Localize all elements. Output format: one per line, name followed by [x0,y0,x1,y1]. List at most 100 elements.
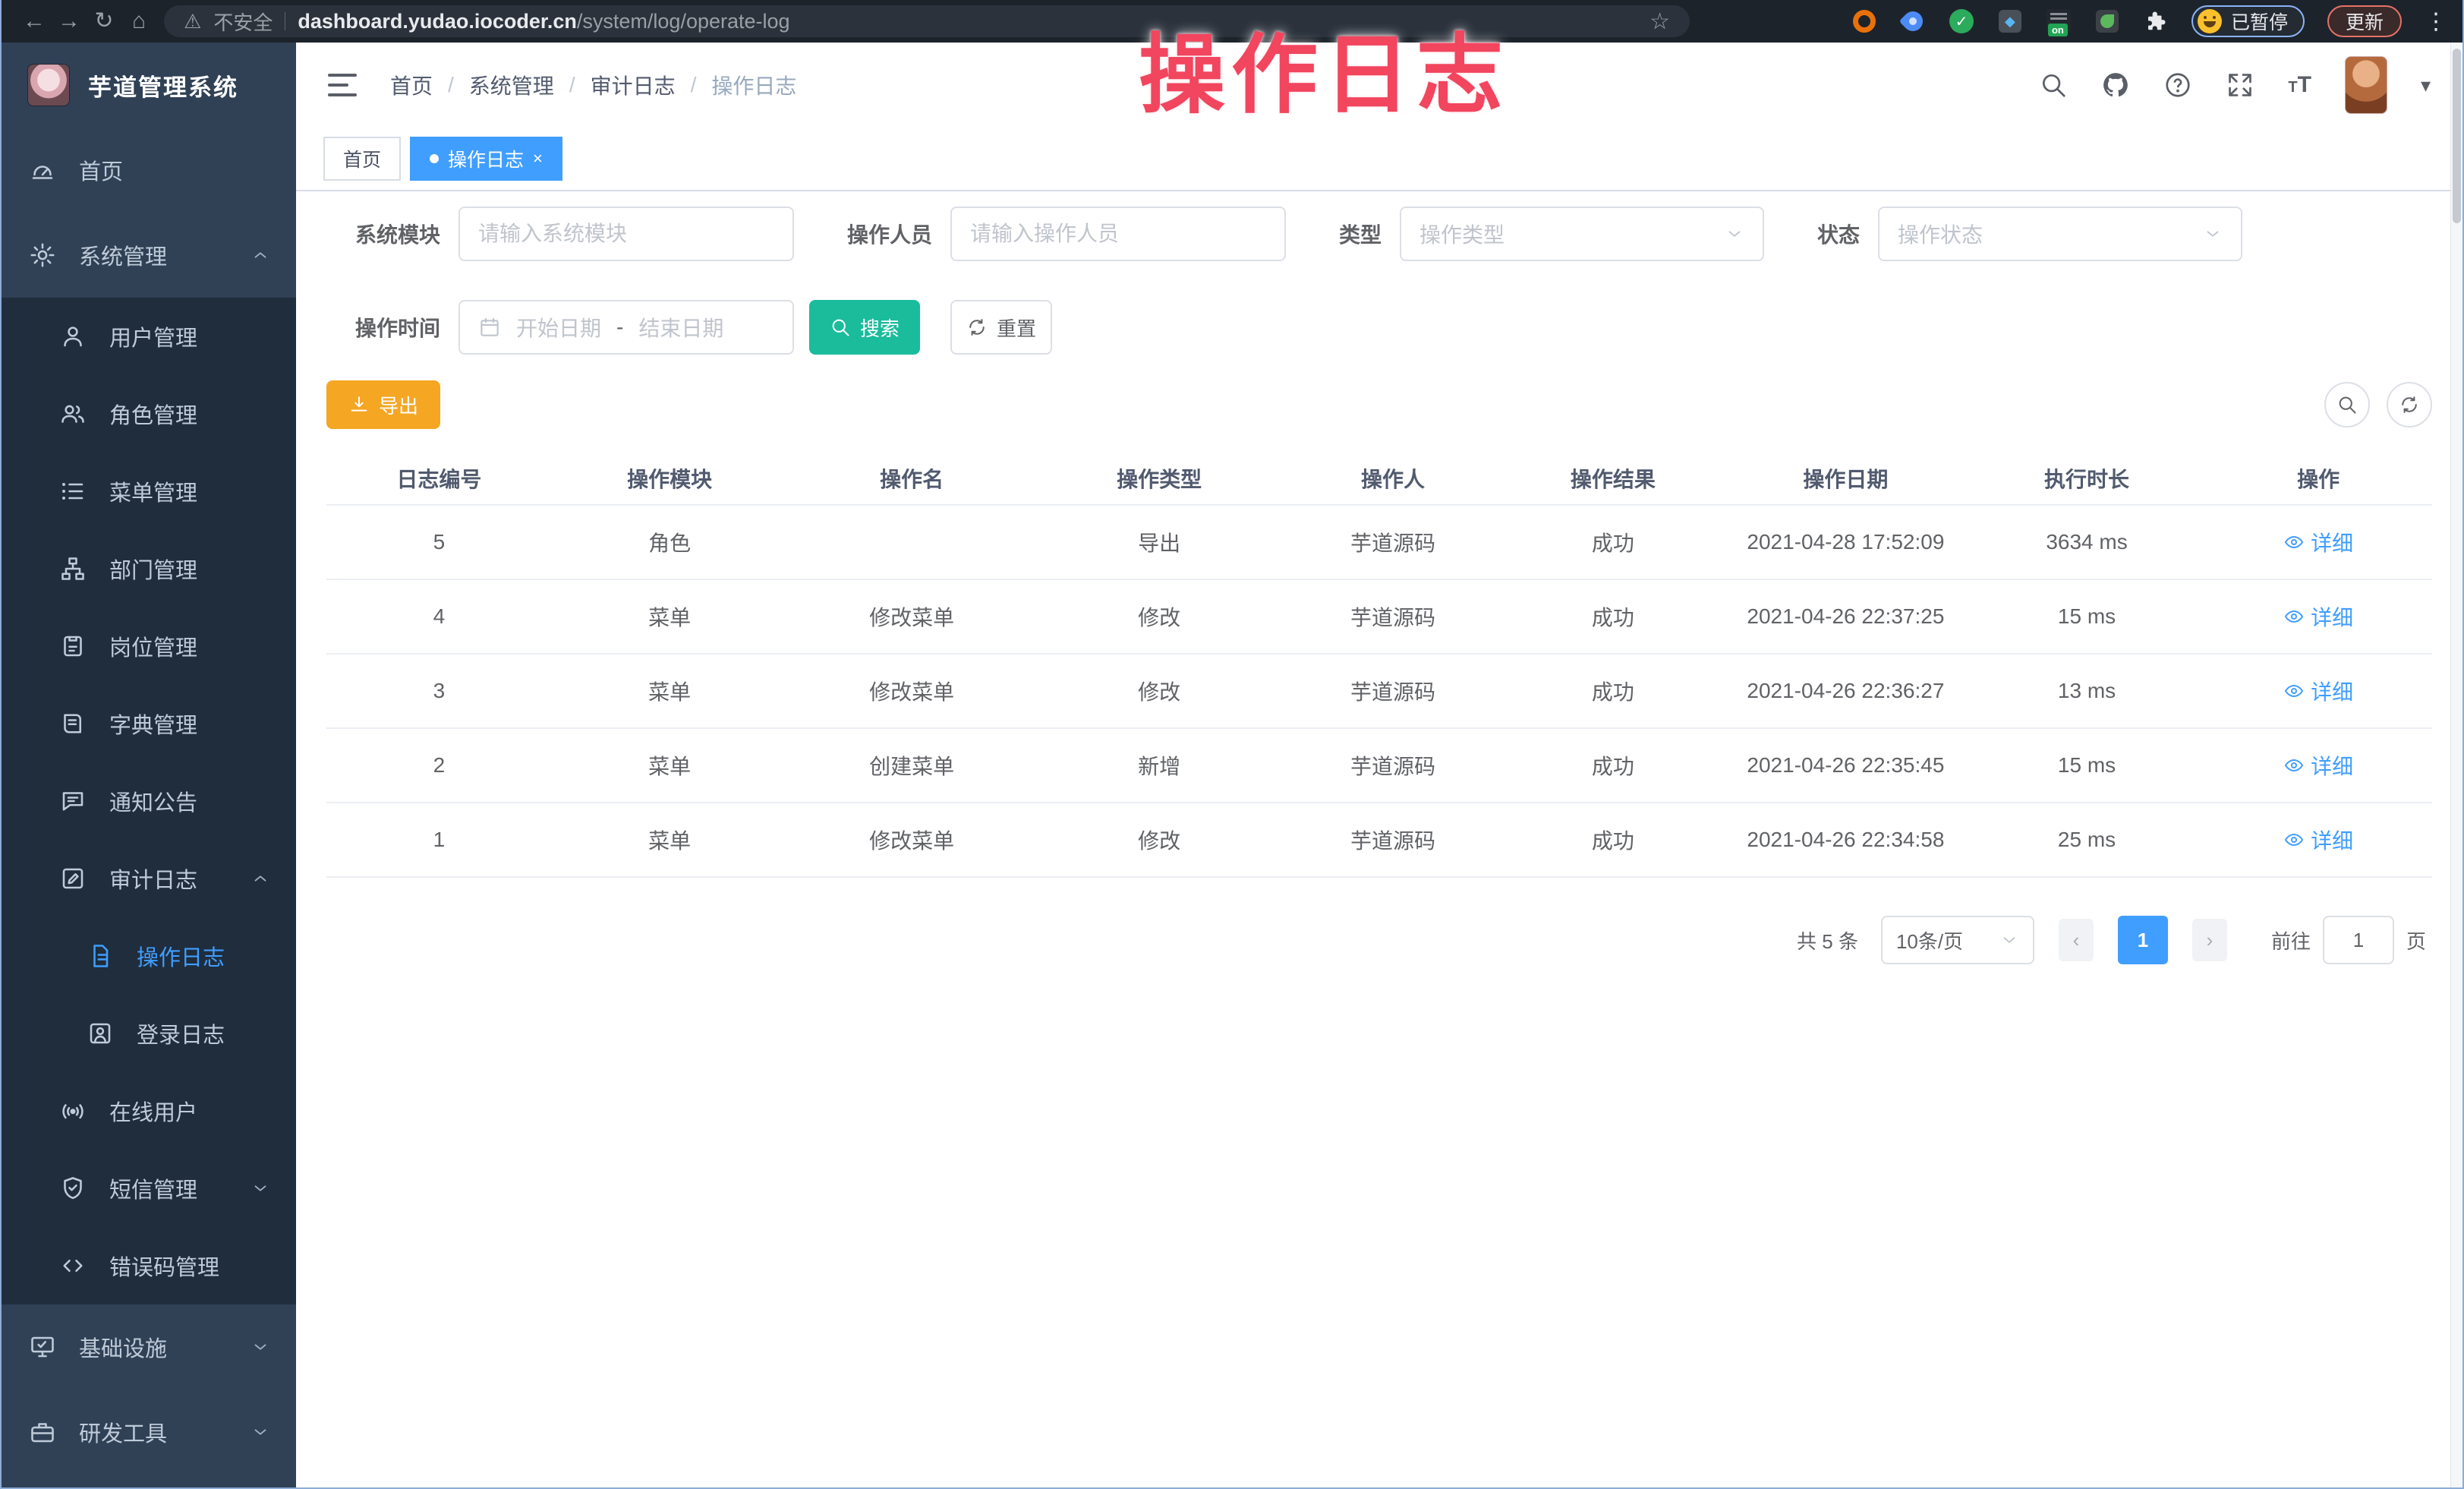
user-avatar[interactable] [2345,56,2387,114]
sidebar-item-dictionary-management[interactable]: 字典管理 [2,685,296,762]
page-scrollbar[interactable] [2450,43,2462,1487]
detail-link[interactable]: 详细 [2283,601,2353,632]
profile-emoji-icon [2198,9,2222,33]
next-page-button[interactable]: › [2192,919,2227,961]
breadcrumb-home[interactable]: 首页 [390,70,433,100]
sidebar-item-login-log[interactable]: 登录日志 [2,995,296,1072]
status-select[interactable]: 操作状态 [1878,207,2242,261]
col-duration: 执行时长 [1969,452,2205,505]
sidebar-item-announcement[interactable]: 通知公告 [2,762,296,840]
page-tabs: 首页 操作日志 × [296,128,2462,191]
sidebar-item-department-management[interactable]: 部门管理 [2,530,296,607]
goto-label: 前往 [2271,926,2311,954]
security-label: 不安全 [213,8,273,36]
sidebar-item-system-management[interactable]: 系统管理 [2,213,296,298]
filter-row-1: 系统模块 操作人员 类型 操作类型 状态 操作状态 [326,207,2432,261]
browser-menu-icon[interactable]: ⋮ [2425,8,2447,35]
browser-back-icon[interactable]: ← [17,0,52,43]
browser-profile-chip[interactable]: 已暂停 [2191,5,2305,37]
breadcrumb-audit-log[interactable]: 审计日志 [591,70,676,100]
app-logo-row[interactable]: 芋道管理系统 [2,43,296,128]
extension-orange-ring-icon[interactable] [1851,8,1877,34]
download-icon [348,394,370,415]
col-result: 操作结果 [1504,452,1722,505]
tab-home[interactable]: 首页 [323,137,401,181]
detail-link[interactable]: 详细 [2283,676,2353,706]
refresh-icon [966,317,988,338]
sidebar-item-menu-management[interactable]: 菜单管理 [2,453,296,530]
chevron-down-icon [250,1337,270,1357]
sidebar-item-home[interactable]: 首页 [2,128,296,213]
browser-home-icon[interactable]: ⌂ [121,0,156,43]
fullscreen-icon[interactable] [2226,71,2254,99]
type-label: 类型 [1339,219,1382,249]
chevron-down-icon [250,1178,270,1198]
scrollbar-thumb[interactable] [2453,49,2461,223]
operator-input[interactable] [970,222,1266,246]
extension-leaf-icon[interactable] [2094,8,2120,34]
reset-button[interactable]: 重置 [950,300,1052,355]
sidebar-item-audit-log[interactable]: 审计日志 [2,840,296,917]
extension-green-circle-icon[interactable]: ✓ [1949,8,1974,34]
extension-pin-icon[interactable] [1900,8,1926,34]
sidebar-item-user-management[interactable]: 用户管理 [2,298,296,375]
type-select[interactable]: 操作类型 [1400,207,1764,261]
active-tab-dot [430,154,439,163]
goto-page-input[interactable] [2323,916,2394,964]
module-input[interactable] [478,222,774,246]
operator-label: 操作人员 [847,219,932,249]
online-users-icon [59,1097,87,1125]
github-icon[interactable] [2101,71,2130,99]
eye-icon [2283,680,2305,702]
dictionary-icon [59,710,87,737]
sidebar-item-error-code-management[interactable]: 错误码管理 [2,1227,296,1304]
font-size-icon[interactable]: TT [2288,72,2311,98]
tab-operate-log[interactable]: 操作日志 × [410,137,562,181]
page-1-button[interactable]: 1 [2118,916,2168,964]
tab-close-icon[interactable]: × [533,149,543,169]
bookmark-star-icon[interactable]: ☆ [1649,8,1670,35]
detail-link[interactable]: 详细 [2283,527,2353,557]
page-size-select[interactable]: 10条/页 [1881,916,2034,964]
detail-link[interactable]: 详细 [2283,750,2353,781]
table-row: 4 菜单 修改菜单 修改 芋道源码 成功 2021-04-26 22:37:25… [326,579,2432,654]
sidebar-toggle-icon[interactable] [328,74,357,96]
search-button[interactable]: 搜索 [809,300,920,355]
gear-icon [29,241,56,269]
detail-link[interactable]: 详细 [2283,825,2353,855]
prev-page-button[interactable]: ‹ [2059,919,2094,961]
col-operator: 操作人 [1282,452,1503,505]
browser-update-button[interactable]: 更新 [2327,5,2402,37]
sidebar-item-dev-tools[interactable]: 研发工具 [2,1390,296,1475]
module-input-wrap [458,207,794,261]
date-range-picker[interactable]: 开始日期 - 结束日期 [458,300,794,355]
help-icon[interactable] [2163,71,2192,99]
app-title: 芋道管理系统 [88,68,238,103]
breadcrumb-system[interactable]: 系统管理 [469,70,554,100]
browser-reload-icon[interactable]: ↻ [87,0,121,43]
sidebar-item-operate-log[interactable]: 操作日志 [2,917,296,995]
toggle-search-button[interactable] [2324,382,2370,427]
extension-gem-icon[interactable]: ◆ [1997,8,2023,34]
sidebar-item-online-users[interactable]: 在线用户 [2,1072,296,1150]
breadcrumb: 首页 / 系统管理 / 审计日志 / 操作日志 [390,70,796,100]
avatar-caret-down-icon[interactable]: ▾ [2421,74,2431,97]
search-icon[interactable] [2039,71,2068,99]
extension-tampermonkey-icon[interactable]: on [2046,8,2072,34]
search-icon [2336,394,2358,415]
sidebar-item-post-management[interactable]: 岗位管理 [2,607,296,685]
app-logo [27,64,70,106]
refresh-table-button[interactable] [2387,382,2432,427]
export-button[interactable]: 导出 [326,380,440,429]
error-code-icon [59,1252,87,1279]
dev-tools-icon [29,1418,56,1446]
start-date-placeholder: 开始日期 [516,312,601,342]
col-date: 操作日期 [1722,452,1969,505]
infrastructure-icon [29,1333,56,1361]
browser-forward-icon[interactable]: → [52,0,87,43]
sidebar-item-infrastructure[interactable]: 基础设施 [2,1304,296,1390]
sidebar-item-role-management[interactable]: 角色管理 [2,375,296,453]
login-log-icon [87,1020,114,1047]
sidebar-item-sms-management[interactable]: 短信管理 [2,1150,296,1227]
extensions-puzzle-icon[interactable] [2143,8,2169,34]
